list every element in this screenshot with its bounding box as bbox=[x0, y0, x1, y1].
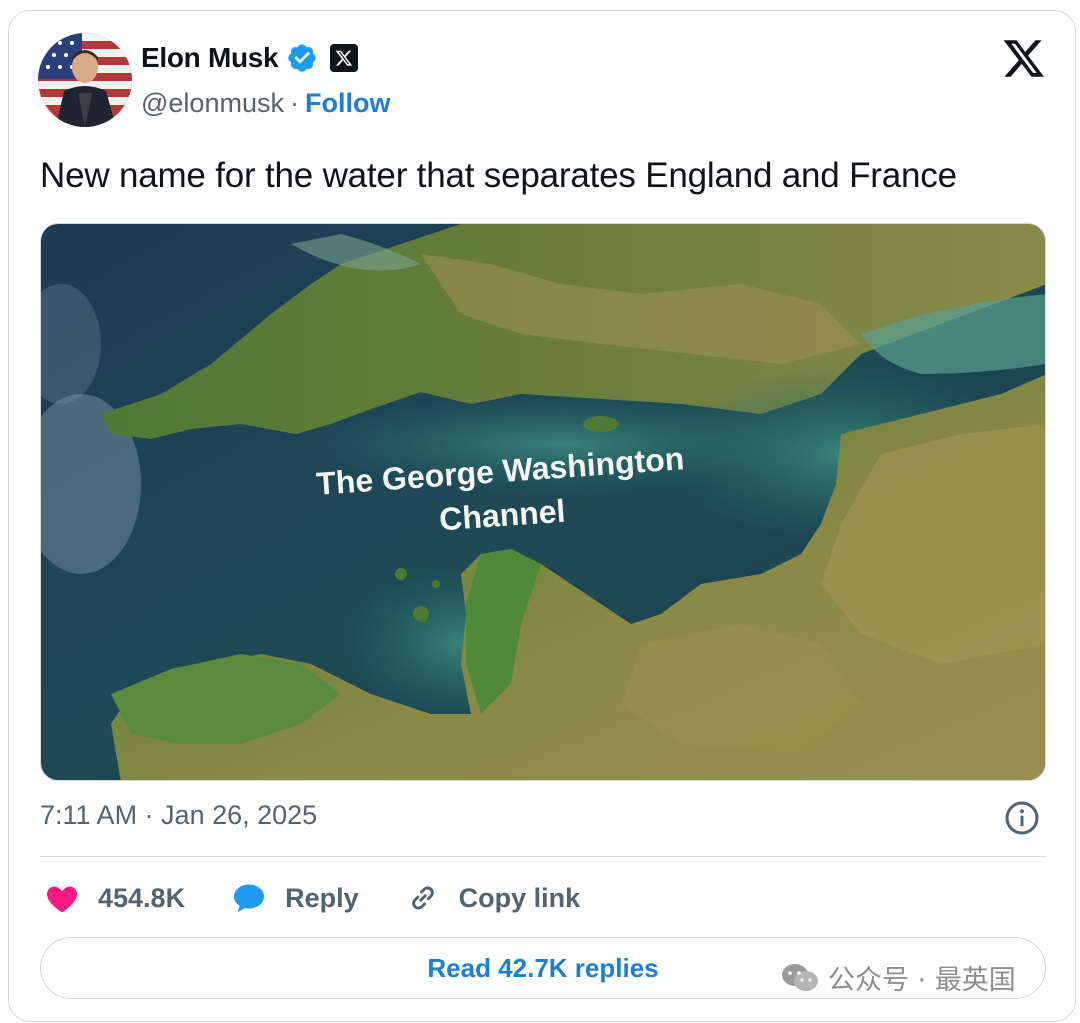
watermark: 公众号 · 最英国 bbox=[780, 958, 1016, 997]
action-bar: 454.8K Reply Copy link bbox=[44, 875, 626, 921]
tweet-timestamp[interactable]: 7:11 AM · Jan 26, 2025 bbox=[40, 800, 317, 831]
divider bbox=[40, 856, 1046, 857]
info-icon[interactable] bbox=[1004, 800, 1040, 836]
channel-map-image: The George Washington Channel bbox=[41, 224, 1045, 780]
avatar-image bbox=[38, 33, 132, 127]
author-handle-row: @elonmusk · Follow bbox=[141, 88, 390, 119]
wechat-icon bbox=[782, 963, 818, 991]
link-icon bbox=[411, 886, 434, 910]
reply-label: Reply bbox=[285, 882, 359, 913]
author-handle[interactable]: @elonmusk bbox=[141, 88, 284, 119]
x-logo-icon[interactable] bbox=[1002, 36, 1046, 80]
verified-badge-icon bbox=[286, 42, 318, 74]
like-button[interactable]: 454.8K bbox=[44, 880, 185, 916]
tweet-image[interactable]: The George Washington Channel bbox=[40, 223, 1046, 781]
speech-bubble-icon bbox=[234, 884, 265, 913]
heart-icon bbox=[47, 886, 77, 913]
like-count: 454.8K bbox=[98, 882, 186, 913]
follow-button[interactable]: Follow bbox=[305, 88, 390, 119]
x-logo-icon bbox=[330, 44, 359, 72]
avatar[interactable] bbox=[38, 33, 132, 127]
reply-button[interactable]: Reply bbox=[231, 880, 359, 916]
copy-link-label: Copy link bbox=[458, 882, 581, 913]
copy-link-button[interactable]: Copy link bbox=[405, 880, 581, 916]
handle-separator: · bbox=[289, 88, 299, 118]
author-name-row: Elon Musk bbox=[141, 42, 359, 74]
watermark-text: 公众号 · 最英国 bbox=[828, 965, 1016, 996]
tweet-text: New name for the water that separates En… bbox=[40, 156, 957, 195]
author-name[interactable]: Elon Musk bbox=[141, 42, 279, 74]
